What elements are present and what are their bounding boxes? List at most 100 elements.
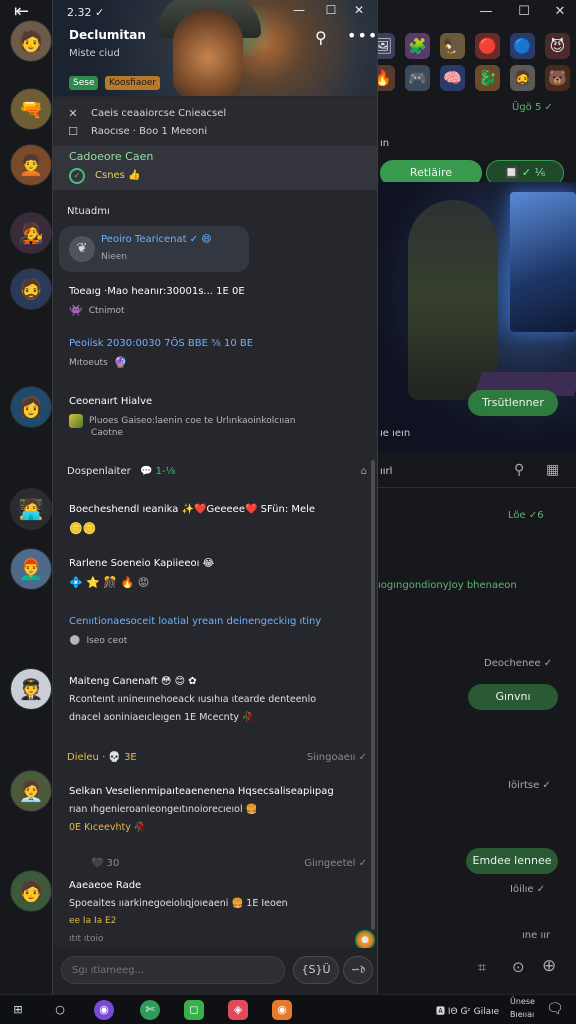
message-text: ıogıngondionyJoy bhenaeon — [378, 580, 517, 591]
message-subline: Mıtoeuts 🔮 — [69, 356, 127, 369]
contact-avatar[interactable]: 🔫 — [10, 88, 52, 130]
notifications-icon[interactable]: 🗨 — [546, 1001, 564, 1017]
contact-avatar[interactable]: 🧑‍🎤 — [10, 212, 52, 254]
voice-button[interactable]: ∽𝔡 — [343, 956, 373, 984]
thread-line[interactable]: Rarlene Soeneio Kapiieeoı 😂 — [69, 558, 214, 569]
message-line[interactable]: Peoiisk 2030:0030 7ÖS BBE ⅝ 10 BE — [69, 338, 253, 349]
start-icon[interactable]: ⊞ — [8, 1000, 28, 1020]
sticker-button[interactable]: {S}Ü — [293, 956, 339, 984]
message-line[interactable]: Ceoenaırt Hialve — [69, 396, 152, 407]
thread-line[interactable]: Boecheshendl ıeanika ✨❤️Geeeee❤️ SFün: M… — [69, 504, 315, 515]
typing-indicator: ıtıt ıtoio — [69, 934, 104, 944]
thread-line[interactable]: Cenııtionaesoceit loatial yreaın deineng… — [69, 616, 321, 627]
minimize-button[interactable]: — — [476, 2, 496, 22]
contact-avatar[interactable]: 🧑 — [10, 870, 52, 912]
message-bubble[interactable]: Emdee lennee — [466, 848, 558, 874]
message-subtext: Mıtoeuts — [69, 357, 108, 368]
divider-badge: 💬 1-⅛ — [139, 466, 176, 477]
app-icon-red[interactable]: ◈ — [228, 1000, 248, 1020]
close-button[interactable]: ✕ — [550, 2, 570, 22]
clock-time[interactable]: Ünese — [510, 997, 535, 1006]
sender-name: Peoiro Tearicenat ✓ 😄 — [101, 234, 212, 245]
thread-subtext: rıan ıhgenieroanleongeıtınoiorecıeıol 🍔 — [69, 804, 258, 815]
app-icon-lime[interactable]: ◻ — [184, 1000, 204, 1020]
message-status: Iöilıe ✓ — [510, 884, 546, 895]
group-name[interactable]: Declumitan — [69, 28, 146, 42]
message-bubble[interactable]: Gınvnı — [468, 684, 558, 710]
divider-label: Dospenlaiter — [67, 466, 131, 477]
thread-subline: 🪙🪙 — [69, 522, 96, 535]
leaf-icon: ❦ — [69, 236, 95, 262]
app-icon-purple[interactable]: ◉ — [94, 1000, 114, 1020]
sticker-icon[interactable]: 🦅 — [440, 33, 465, 59]
system-tray[interactable]: 🅰 ΙΘ Ǥ̈ᶻ Ǥilaıe — [436, 1004, 499, 1017]
sticker-row: 🖼 🧩 🦅 🔴 🔵 😈 — [370, 32, 570, 60]
contact-avatar[interactable]: 🧑‍🦱 — [10, 144, 52, 186]
sticker-icon[interactable]: 🧠 — [440, 65, 465, 91]
contact-avatar[interactable]: 🧑 — [10, 20, 52, 62]
sticker-icon[interactable]: 😈 — [545, 33, 570, 59]
thread-subline: 💠 ⭐ 🎊 🔥 😡 — [69, 576, 149, 589]
clock-date[interactable]: Bıeııaı — [510, 1010, 534, 1019]
sticker-icon[interactable]: 🧔 — [510, 65, 535, 91]
sticker-icon[interactable]: 🐉 — [475, 65, 500, 91]
clock-text: 2.32 ✓ — [67, 6, 105, 19]
menu-item[interactable]: ✕ Caeis ceaaiorcse Cnieacsel — [67, 104, 226, 122]
minimize-button[interactable]: — — [289, 3, 309, 17]
thread-line[interactable]: Aaeaeoe Rade — [69, 880, 141, 891]
close-button[interactable]: ✕ — [349, 3, 369, 17]
add-icon[interactable]: ⊕ — [542, 956, 556, 976]
contact-avatar[interactable]: 👩 — [10, 386, 52, 428]
download-button[interactable]: Trsütlenner — [468, 390, 558, 416]
search-icon[interactable]: ⚲ — [514, 462, 524, 478]
thread-line[interactable]: Selkan Veselienmipaıteaenenena Hqsecsali… — [69, 786, 334, 797]
scroll-to-bottom-button[interactable]: ● — [355, 930, 375, 950]
pinned-message[interactable]: Cadoeore Caen ✓ Csnes 👍 — [53, 146, 377, 190]
app-icon-orange[interactable]: ◉ — [272, 1000, 292, 1020]
thumbnail-icon — [69, 414, 83, 428]
sticker-icon[interactable]: 🔵 — [510, 33, 535, 59]
thread-subtext: 0E Kıceevhty 🥀 — [69, 822, 146, 833]
contact-avatar[interactable]: 🧑‍💼 — [10, 770, 52, 812]
sticker-icon[interactable]: 🔴 — [475, 33, 500, 59]
thread-line[interactable]: Maiteng Canenaft 😳 😊 ✿ — [69, 676, 197, 687]
search-icon[interactable]: ⚲ — [315, 28, 327, 47]
contact-rail: 🧑 🔫 🧑‍🦱 🧑‍🎤 🧔 👩 🧑‍💻 👨‍🦰 🧑‍✈️ 🧑‍💼 🧑 — [0, 0, 54, 994]
maximize-button[interactable]: ☐ — [514, 2, 534, 22]
image-caption: ıe ıeın — [380, 428, 411, 439]
sticker-icon[interactable]: 🧩 — [405, 33, 430, 59]
sticker-icon[interactable]: 🎮 — [405, 65, 430, 91]
tag-badge[interactable]: Koosfiaoer — [105, 76, 161, 90]
contact-avatar[interactable]: 🧑‍💻 — [10, 488, 52, 530]
check-circle-icon: ✓ — [69, 168, 85, 184]
emoji-icon[interactable]: ⊙ — [512, 958, 525, 976]
contact-avatar[interactable]: 👨‍🦰 — [10, 548, 52, 590]
group-subtitle: Miste ciud — [69, 48, 120, 59]
scrollbar[interactable] — [371, 460, 375, 930]
contact-avatar[interactable]: 🧔 — [10, 268, 52, 310]
more-options-icon[interactable]: ••• — [347, 26, 377, 45]
message-line[interactable]: Toeaıg ·Mao heanır:30001s... 1E 0E — [69, 286, 245, 297]
menu-item[interactable]: ☐ Raocıse · Boo 1 Meeoni — [67, 122, 207, 140]
contact-avatar[interactable]: 🧑‍✈️ — [10, 668, 52, 710]
thread-divider: Dospenlaiter 💬 1-⅛ ⌂ — [67, 466, 367, 477]
app-icon-green[interactable]: ✄ — [140, 1000, 160, 1020]
home-icon[interactable]: ⌂ — [361, 466, 367, 477]
message-preview: Nieen — [101, 252, 128, 262]
lower-chat-title: ıırl — [380, 466, 393, 477]
hash-icon[interactable]: ⌗ — [478, 960, 486, 976]
highlighted-message[interactable]: ❦ Peoiro Tearicenat ✓ 😄 Nieen — [59, 226, 249, 272]
tag-badge[interactable]: Sese — [69, 76, 99, 90]
message-subtext: Caotne — [91, 428, 124, 438]
panel-menu: ✕ Caeis ceaaiorcse Cnieacsel ☐ Raocıse ·… — [53, 98, 377, 146]
message-input[interactable] — [61, 956, 285, 984]
composer: {S}Ü ∽𝔡 — [53, 948, 377, 994]
maximize-button[interactable]: ☐ — [321, 3, 341, 17]
grid-icon[interactable]: ▦ — [546, 462, 559, 478]
message-status: ıne ıır — [522, 930, 551, 941]
meta-right: Giıngeetel ✓ — [304, 858, 367, 869]
search-icon[interactable]: ○ — [50, 1000, 70, 1020]
sticker-icon[interactable]: 🐻 — [545, 65, 570, 91]
partial-label: ın — [380, 138, 390, 149]
moon-icon: 🌑 — [69, 634, 81, 647]
